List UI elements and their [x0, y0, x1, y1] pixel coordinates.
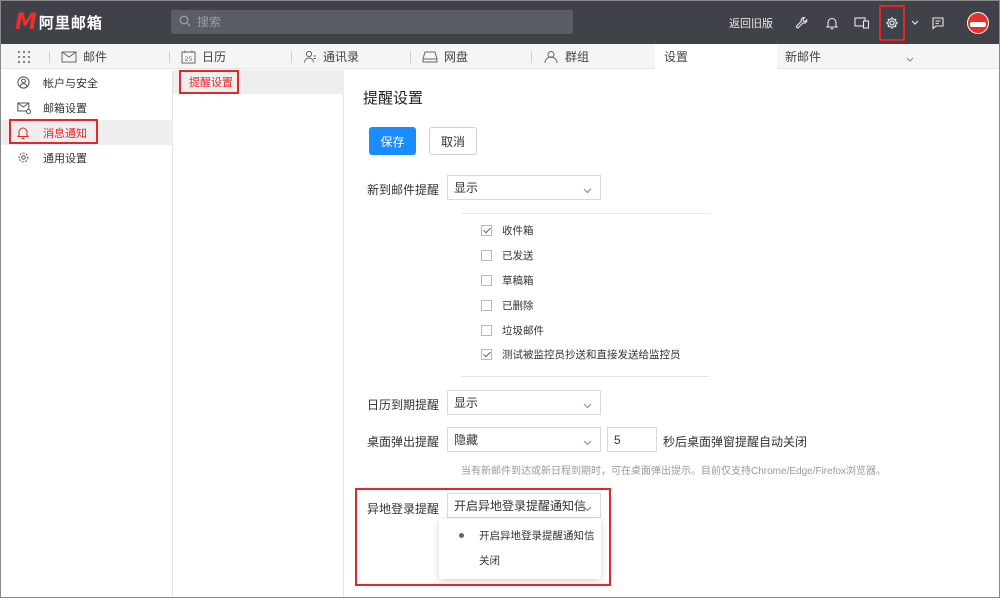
search-icon: [179, 15, 191, 30]
tab-label: 新邮件: [785, 50, 822, 64]
mail-icon: [61, 51, 77, 63]
tab-contacts[interactable]: 通讯录: [303, 44, 359, 69]
apps-grid-icon[interactable]: [17, 44, 31, 69]
highlight-box: [179, 70, 239, 94]
chevron-down-icon: [583, 183, 592, 197]
calendar-reminder-label: 日历到期提醒: [367, 398, 440, 412]
cancel-button[interactable]: 取消: [429, 127, 477, 155]
desktop-popup-reminder-label: 桌面弹出提醒: [367, 435, 440, 449]
folder-checkbox-deleted[interactable]: 已删除: [481, 297, 534, 313]
group-icon: [543, 50, 559, 64]
checkbox-label: 测试被监控员抄送和直接发送给监控员: [502, 348, 681, 361]
svg-text:25: 25: [185, 56, 193, 63]
disk-icon: [422, 51, 438, 63]
new-mail-reminder-select[interactable]: 显示: [447, 175, 601, 200]
folder-checkbox-sent[interactable]: 已发送: [481, 247, 534, 263]
chevron-down-icon: [583, 435, 592, 449]
calendar-icon: 25: [181, 50, 196, 64]
highlight-box: [9, 119, 98, 144]
logo-text: 阿里邮箱: [38, 14, 103, 32]
tab-divider: [291, 51, 292, 63]
highlight-box: [355, 488, 611, 586]
sidebar-item-label: 邮箱设置: [43, 102, 87, 115]
top-bar: M 阿里邮箱 返回旧版: [1, 1, 999, 44]
tab-settings[interactable]: 设置: [655, 44, 777, 69]
select-value: 隐藏: [454, 433, 479, 447]
checkbox[interactable]: [481, 299, 492, 311]
desktop-popup-reminder-select[interactable]: 隐藏: [447, 427, 601, 452]
checkbox-label: 收件箱: [502, 224, 534, 237]
tab-divider: [410, 51, 411, 63]
settings-main-panel: 提醒设置 保存 取消 新到邮件提醒 显示 收件箱 已发送 草稿箱 已删除 垃圾邮…: [345, 70, 999, 597]
logo-mark: M: [15, 9, 37, 35]
tab-groups[interactable]: 群组: [543, 44, 589, 69]
checkbox[interactable]: [481, 274, 492, 286]
sidebar-item-label: 通用设置: [43, 152, 87, 165]
gear-icon[interactable]: [879, 4, 905, 41]
divider: [461, 213, 710, 214]
sidebar-item-mailbox-settings[interactable]: 邮箱设置: [1, 95, 173, 120]
folder-checkbox-monitor-test[interactable]: 测试被监控员抄送和直接发送给监控员: [481, 346, 681, 362]
auto-close-suffix-label: 秒后桌面弹窗提醒自动关闭: [663, 435, 808, 449]
settings-sidebar: 帐户与安全 邮箱设置 消息通知 通用设置: [1, 70, 173, 597]
contacts-icon: [303, 50, 317, 64]
desktop-popup-hint: 当有新邮件到达或新日程到期时，可在桌面弹出提示。目前仅支持Chrome/Edge…: [461, 466, 887, 477]
tab-label: 邮件: [83, 50, 108, 64]
checkbox-label: 已删除: [502, 299, 534, 312]
wrench-icon[interactable]: [789, 10, 815, 36]
select-value: 显示: [454, 181, 479, 195]
tab-disk[interactable]: 网盘: [422, 44, 468, 69]
tab-label: 日历: [202, 50, 227, 64]
message-icon[interactable]: [925, 10, 951, 36]
page-title: 提醒设置: [363, 90, 424, 107]
tab-divider: [169, 51, 170, 63]
chevron-down-icon[interactable]: [909, 10, 921, 36]
tab-label: 网盘: [444, 50, 469, 64]
folder-checkbox-spam[interactable]: 垃圾邮件: [481, 322, 544, 338]
tab-label: 群组: [565, 50, 590, 64]
auto-close-seconds-input[interactable]: [607, 427, 657, 452]
chevron-down-icon: [583, 398, 592, 412]
checkbox-label: 草稿箱: [502, 274, 534, 287]
search-box[interactable]: [171, 10, 573, 34]
logo[interactable]: M 阿里邮箱: [15, 9, 103, 35]
folder-checkbox-drafts[interactable]: 草稿箱: [481, 272, 534, 288]
new-mail-reminder-label: 新到邮件提醒: [367, 183, 440, 197]
back-to-old-version-link[interactable]: 返回旧版: [729, 15, 773, 31]
chevron-down-icon[interactable]: [906, 52, 914, 66]
devices-icon[interactable]: [849, 10, 875, 36]
tab-new-mail[interactable]: 新邮件: [785, 44, 915, 69]
calendar-reminder-select[interactable]: 显示: [447, 390, 601, 415]
gear-icon: [17, 151, 31, 164]
search-input[interactable]: [197, 15, 557, 29]
sidebar-item-account-security[interactable]: 帐户与安全: [1, 70, 173, 95]
divider: [461, 376, 710, 377]
folder-checkbox-inbox[interactable]: 收件箱: [481, 222, 534, 238]
user-icon: [17, 76, 31, 89]
settings-subnav: 提醒设置: [173, 70, 344, 597]
tab-divider: [49, 51, 50, 63]
top-right-toolbar: 返回旧版: [729, 1, 989, 44]
tab-mail[interactable]: 邮件: [61, 44, 107, 69]
mail-settings-icon: [17, 102, 31, 114]
bell-icon[interactable]: [819, 10, 845, 36]
sidebar-item-general-settings[interactable]: 通用设置: [1, 145, 173, 170]
tab-label: 设置: [664, 50, 689, 64]
select-value: 显示: [454, 396, 479, 410]
app-window: M 阿里邮箱 返回旧版: [0, 0, 1000, 598]
checkbox-label: 垃圾邮件: [502, 324, 544, 337]
checkbox[interactable]: [481, 224, 492, 236]
checkbox[interactable]: [481, 249, 492, 261]
checkbox-label: 已发送: [502, 249, 534, 262]
tab-calendar[interactable]: 25 日历: [181, 44, 226, 69]
checkbox[interactable]: [481, 324, 492, 336]
module-tab-bar: 邮件 25 日历 通讯录 网盘 群组 设置 新邮件: [1, 44, 999, 69]
save-button[interactable]: 保存: [369, 127, 416, 155]
avatar[interactable]: [967, 11, 989, 34]
tab-label: 通讯录: [323, 50, 360, 64]
tab-divider: [531, 51, 532, 63]
sidebar-item-label: 帐户与安全: [43, 77, 98, 90]
checkbox[interactable]: [481, 348, 492, 360]
